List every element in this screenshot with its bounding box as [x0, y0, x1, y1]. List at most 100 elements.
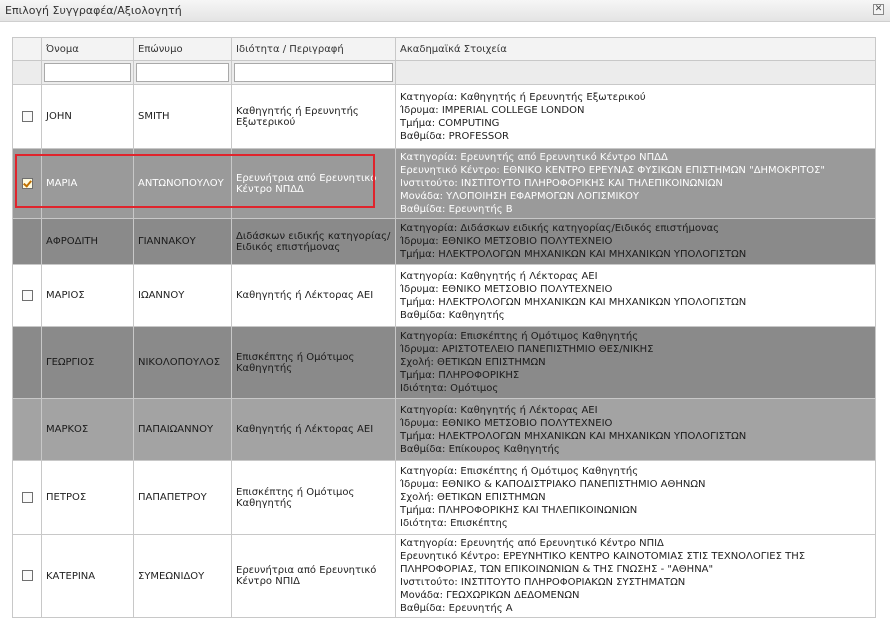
last-name-cell: ΠΑΠΑΙΩΑΝΝΟΥ — [133, 398, 232, 461]
table-row[interactable]: JOHN SMITH Καθηγητής ή Ερευνητής Εξωτερικο… — [12, 84, 876, 149]
close-icon[interactable]: ✕ — [873, 4, 884, 15]
row-checkbox-checked[interactable] — [21, 177, 33, 189]
academic-details-cell: Κατηγορία: Επισκέπτης ή Ομότιμος Καθηγητ… — [395, 326, 876, 399]
academic-detail-line: Τμήμα: ΗΛΕΚΤΡΟΛΟΓΩΝ ΜΗΧΑΝΙΚΩΝ ΚΑΙ ΜΗΧΑΝΙ… — [400, 430, 747, 442]
header-select — [12, 37, 42, 61]
academic-details-cell: Κατηγορία: Καθηγητής ή Ερευνητής Εξωτερι… — [395, 84, 876, 149]
academic-detail-line: Ίδρυμα: ΕΘΝΙΚΟ & ΚΑΠΟΔΙΣΤΡΙΑΚΟ ΠΑΝΕΠΙΣΤΗ… — [400, 479, 706, 490]
first-name-cell: ΚΑΤΕΡΙΝΑ — [41, 534, 134, 618]
academic-detail-line: Κατηγορία: Ερευνητής από Ερευνητικό Κέντ… — [400, 538, 664, 549]
academic-detail-line: Κατηγορία: Καθηγητής ή Λέκτορας ΑΕΙ — [400, 404, 598, 416]
academic-detail-line: Ίδρυμα: ΕΘΝΙΚΟ ΜΕΤΣΟΒΙΟ ΠΟΛΥΤΕΧΝΕΙΟ — [400, 283, 613, 295]
row-select-cell — [12, 534, 42, 618]
academic-detail-line: Τμήμα: ΗΛΕΚΤΡΟΛΟΓΩΝ ΜΗΧΑΝΙΚΩΝ ΚΑΙ ΜΗΧΑΝΙ… — [400, 249, 747, 260]
academic-detail-line: Ίδρυμα: ΑΡΙΣΤΟΤΕΛΕΙΟ ΠΑΝΕΠΙΣΤΗΜΙΟ ΘΕΣ/ΝΙ… — [400, 344, 654, 355]
table-row[interactable]: ΑΦΡΟΔΙΤΗ ΓΙΑΝΝΑΚΟΥ Διδάσκων ειδικής κατηγο… — [12, 218, 876, 265]
academic-detail-line: Ινστιτούτο: ΙΝΣΤΙΤΟΥΤΟ ΠΛΗΡΟΦΟΡΙΚΗΣ ΚΑΙ … — [400, 178, 723, 189]
academic-detail-line: Βαθμίδα: Επίκουρος Καθηγητής — [400, 443, 560, 455]
role-cell: Επισκέπτης ή Ομότιμος Καθηγητής — [231, 326, 396, 399]
row-checkbox[interactable] — [21, 110, 33, 122]
row-checkbox[interactable] — [21, 289, 33, 301]
role-cell: Καθηγητής ή Λέκτορας ΑΕΙ — [231, 264, 396, 327]
last-name-cell: ΑΝΤΩΝΟΠΟΥΛΟΥ — [133, 148, 232, 219]
academic-detail-line: Ιδιότητα: Επισκέπτης — [400, 518, 508, 529]
academic-details-cell: Κατηγορία: Επισκέπτης ή Ομότιμος Καθηγητ… — [395, 460, 876, 535]
academic-detail-line: Κατηγορία: Καθηγητής ή Λέκτορας ΑΕΙ — [400, 270, 598, 282]
last-name-cell: ΙΩΑΝΝΟΥ — [133, 264, 232, 327]
academic-detail-line: Κατηγορία: Διδάσκων ειδικής κατηγορίας/Ε… — [400, 223, 720, 234]
filter-empty — [395, 60, 876, 85]
academic-detail-line: Ερευνητικό Κέντρο: ΕΡΕΥΝΗΤΙΚΟ ΚΕΝΤΡΟ ΚΑΙ… — [400, 551, 806, 562]
academic-detail-line: ΠΛΗΡΟΦΟΡΙΑΣ, ΤΩΝ ΕΠΙΚΟΙΝΩΝΙΩΝ & ΤΗΣ ΓΝΩΣ… — [400, 564, 714, 575]
academic-detail-line: Βαθμίδα: Ερευνητής Α — [400, 603, 513, 614]
academic-detail-line: Τμήμα: ΗΛΕΚΤΡΟΛΟΓΩΝ ΜΗΧΑΝΙΚΩΝ ΚΑΙ ΜΗΧΑΝΙ… — [400, 296, 747, 308]
dialog-title: Επιλογή Συγγραφέα/Αξιολογητή — [5, 4, 182, 17]
role-cell: Ερευνήτρια από Ερευνητικό Κέντρο ΝΠΙΔ — [231, 534, 396, 618]
academic-detail-line: Ίδρυμα: IMPERIAL COLLEGE LONDON — [400, 104, 585, 116]
academic-detail-line: Μονάδα: ΥΛΟΠΟΙΗΣΗ ΕΦΑΡΜΟΓΩΝ ΛΟΓΙΣΜΙΚΟΥ — [400, 191, 639, 202]
academic-detail-line: Κατηγορία: Καθηγητής ή Ερευνητής Εξωτερι… — [400, 91, 646, 103]
header-academic[interactable]: Ακαδημαϊκά Στοιχεία — [395, 37, 876, 61]
table-row[interactable]: ΜΑΡΙΑ ΑΝΤΩΝΟΠΟΥΛΟΥ Ερευνήτρια από Ερευνητι… — [12, 148, 876, 219]
academic-details-cell: Κατηγορία: Καθηγητής ή Λέκτορας ΑΕΙ Ίδρυμ… — [395, 264, 876, 327]
filter-last-name-input[interactable] — [136, 63, 229, 82]
first-name-cell: ΑΦΡΟΔΙΤΗ — [41, 218, 134, 265]
first-name-cell: JOHN — [41, 84, 134, 149]
academic-details-cell: Κατηγορία: Διδάσκων ειδικής κατηγορίας/Ε… — [395, 218, 876, 265]
academic-detail-line: Σχολή: ΘΕΤΙΚΩΝ ΕΠΙΣΤΗΜΩΝ — [400, 492, 546, 503]
row-select-cell — [12, 326, 42, 399]
filter-empty — [12, 60, 42, 85]
role-cell: Διδάσκων ειδικής κατηγορίας/ Ειδικός επι… — [231, 218, 396, 265]
last-name-cell: ΝΙΚΟΛΟΠΟΥΛΟΣ — [133, 326, 232, 399]
academic-detail-line: Τμήμα: COMPUTING — [400, 117, 500, 129]
row-checkbox[interactable] — [21, 570, 33, 582]
table-row[interactable]: ΜΑΡΙΟΣ ΙΩΑΝΝΟΥ Καθηγητής ή Λέκτορας ΑΕΙ Κατ… — [12, 264, 876, 327]
academic-detail-line: Μονάδα: ΓΕΩΧΩΡΙΚΩΝ ΔΕΔΟΜΕΝΩΝ — [400, 590, 580, 601]
academic-detail-line: Ερευνητικό Κέντρο: ΕΘΝΙΚΟ ΚΕΝΤΡΟ ΕΡΕΥΝΑΣ… — [400, 165, 825, 176]
header-role[interactable]: Ιδιότητα / Περιγραφή — [231, 37, 396, 61]
table-row[interactable]: ΓΕΩΡΓΙΟΣ ΝΙΚΟΛΟΠΟΥΛΟΣ Επισκέπτης ή Ομότιμο… — [12, 326, 876, 399]
filter-role-input[interactable] — [234, 63, 393, 82]
last-name-cell: ΠΑΠΑΠΕΤΡΟΥ — [133, 460, 232, 535]
academic-detail-line: Κατηγορία: Επισκέπτης ή Ομότιμος Καθηγητ… — [400, 466, 639, 477]
academic-details-cell: Κατηγορία: Ερευνητής από Ερευνητικό Κέντ… — [395, 534, 876, 618]
header-row: Όνομα Επώνυμο Ιδιότητα / Περιγραφή Ακαδη… — [12, 37, 876, 61]
row-select-cell — [12, 148, 42, 219]
row-select-cell — [12, 398, 42, 461]
row-select-cell — [12, 264, 42, 327]
academic-details-cell: Κατηγορία: Ερευνητής από Ερευνητικό Κέντ… — [395, 148, 876, 219]
academic-detail-line: Σχολή: ΘΕΤΙΚΩΝ ΕΠΙΣΤΗΜΩΝ — [400, 357, 546, 368]
row-select-cell — [12, 218, 42, 265]
user-grid: Όνομα Επώνυμο Ιδιότητα / Περιγραφή Ακαδη… — [12, 37, 876, 618]
filter-row — [12, 60, 876, 85]
filter-first-name-input[interactable] — [44, 63, 131, 82]
academic-detail-line: Ινστιτούτο: ΙΝΣΤΙΤΟΥΤΟ ΠΛΗΡΟΦΟΡΙΑΚΩΝ ΣΥΣ… — [400, 577, 686, 588]
last-name-cell: ΓΙΑΝΝΑΚΟΥ — [133, 218, 232, 265]
first-name-cell: ΠΕΤΡΟΣ — [41, 460, 134, 535]
table-row[interactable]: ΜΑΡΚΟΣ ΠΑΠΑΙΩΑΝΝΟΥ Καθηγητής ή Λέκτορας ΑΕ… — [12, 398, 876, 461]
role-cell: Καθηγητής ή Ερευνητής Εξωτερικού — [231, 84, 396, 149]
header-first-name[interactable]: Όνομα — [41, 37, 134, 61]
last-name-cell: SMITH — [133, 84, 232, 149]
row-checkbox[interactable] — [21, 491, 33, 503]
table-row[interactable]: ΠΕΤΡΟΣ ΠΑΠΑΠΕΤΡΟΥ Επισκέπτης ή Ομότιμος Κα… — [12, 460, 876, 535]
academic-detail-line: Τμήμα: ΠΛΗΡΟΦΟΡΙΚΗΣ ΚΑΙ ΤΗΛΕΠΙΚΟΙΝΩΝΙΩΝ — [400, 505, 638, 516]
first-name-cell: ΜΑΡΚΟΣ — [41, 398, 134, 461]
role-cell: Καθηγητής ή Λέκτορας ΑΕΙ — [231, 398, 396, 461]
academic-detail-line: Βαθμίδα: PROFESSOR — [400, 130, 510, 142]
academic-detail-line: Ίδρυμα: ΕΘΝΙΚΟ ΜΕΤΣΟΒΙΟ ΠΟΛΥΤΕΧΝΕΙΟ — [400, 236, 613, 247]
table-row[interactable]: ΚΑΤΕΡΙΝΑ ΣΥΜΕΩΝΙΔΟΥ Ερευνήτρια από Ερευνητ… — [12, 534, 876, 618]
academic-detail-line: Κατηγορία: Ερευνητής από Ερευνητικό Κέντ… — [400, 152, 668, 163]
academic-detail-line: Κατηγορία: Επισκέπτης ή Ομότιμος Καθηγητ… — [400, 331, 639, 342]
row-select-cell — [12, 460, 42, 535]
first-name-cell: ΜΑΡΙΑ — [41, 148, 134, 219]
academic-detail-line: Τμήμα: ΠΛΗΡΟΦΟΡΙΚΗΣ — [400, 370, 520, 381]
academic-details-cell: Κατηγορία: Καθηγητής ή Λέκτορας ΑΕΙ Ίδρυμ… — [395, 398, 876, 461]
row-select-cell — [12, 84, 42, 149]
grid-body: JOHN SMITH Καθηγητής ή Ερευνητής Εξωτερικο… — [12, 84, 876, 618]
header-last-name[interactable]: Επώνυμο — [133, 37, 232, 61]
academic-detail-line: Βαθμίδα: Καθηγητής — [400, 309, 505, 321]
role-cell: Ερευνήτρια από Ερευνητικό Κέντρο ΝΠΔΔ — [231, 148, 396, 219]
academic-detail-line: Ιδιότητα: Ομότιμος — [400, 383, 499, 394]
first-name-cell: ΓΕΩΡΓΙΟΣ — [41, 326, 134, 399]
